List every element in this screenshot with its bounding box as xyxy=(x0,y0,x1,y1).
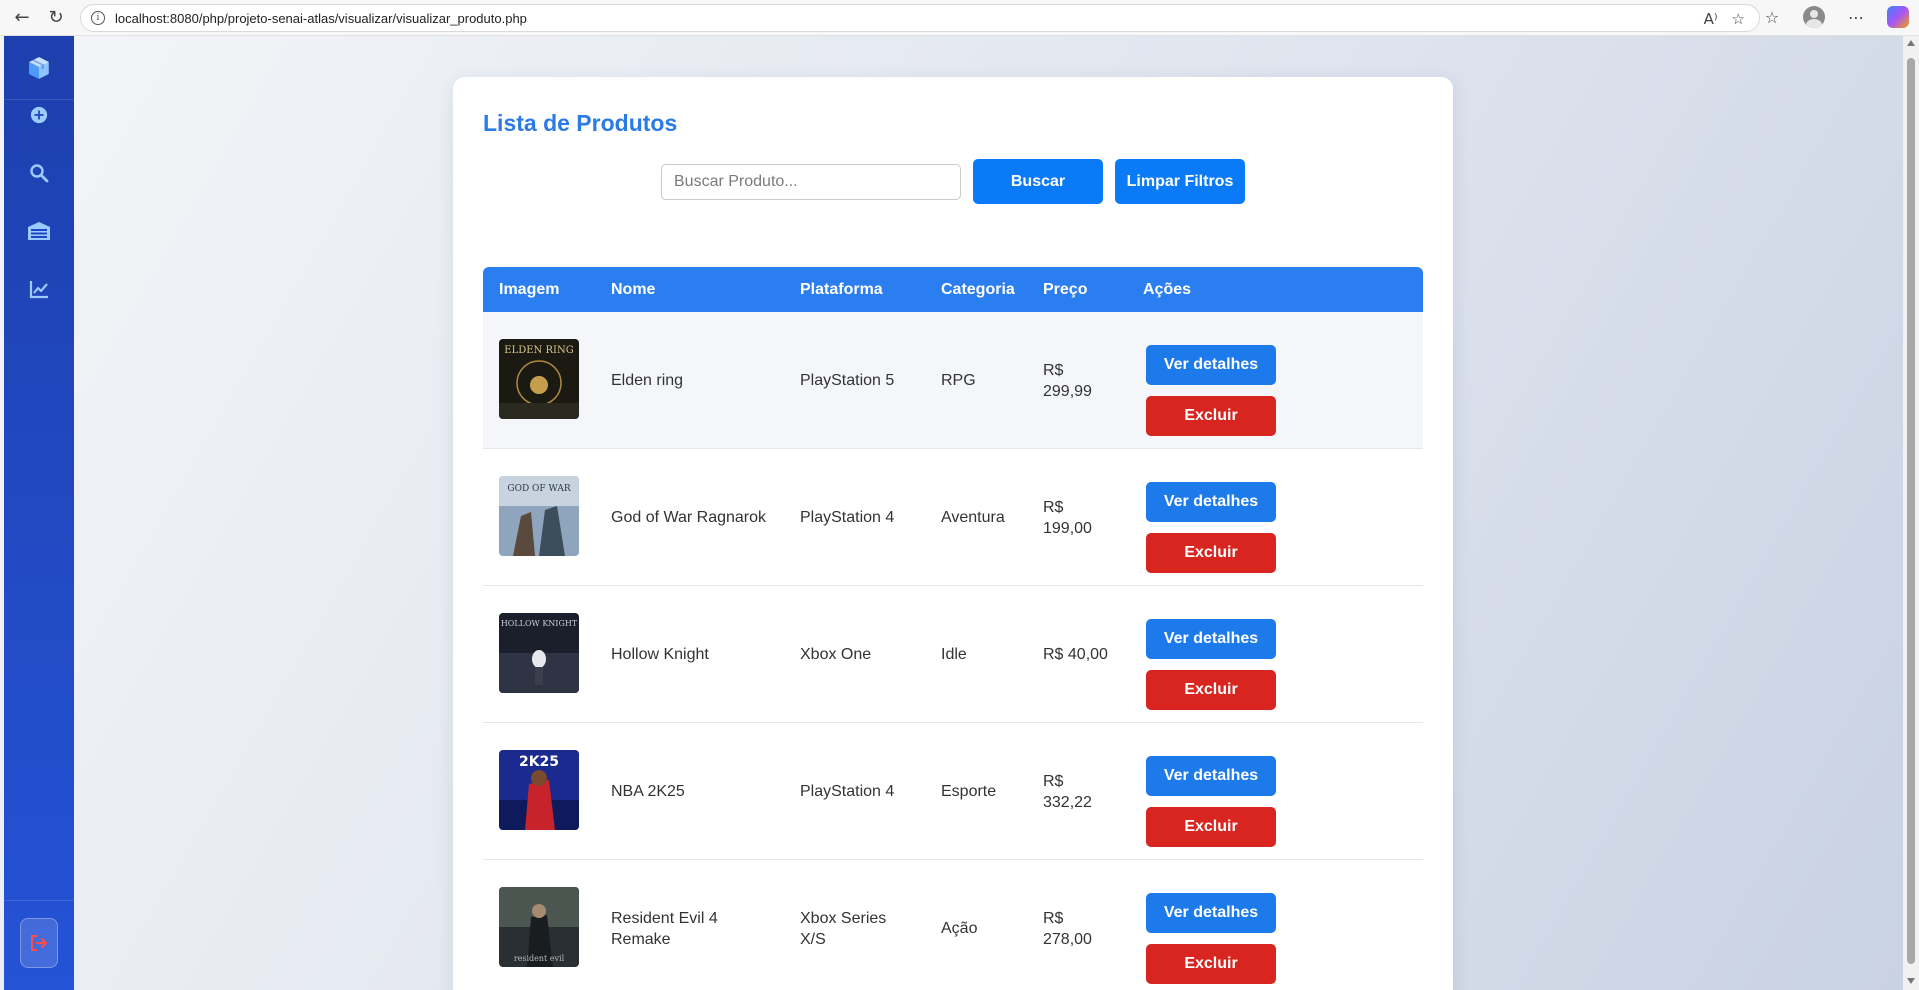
column-header-category: Categoria xyxy=(941,281,1015,298)
product-price: R$ 278,00 xyxy=(1043,910,1092,948)
table-row: GOD OF WAR God of War Ragnarok PlayStati… xyxy=(483,449,1423,586)
nba-2k25-cover-image: 2K25 xyxy=(499,750,579,830)
profile-avatar[interactable] xyxy=(1803,6,1825,28)
address-bar[interactable]: i localhost:8080/php/projeto-senai-atlas… xyxy=(80,4,1760,32)
search-button[interactable]: Buscar xyxy=(973,159,1103,204)
product-name: Elden ring xyxy=(611,372,684,389)
search-icon xyxy=(30,164,49,183)
column-header-actions: Ações xyxy=(1143,281,1192,298)
column-header-image: Imagem xyxy=(499,281,560,298)
product-platform: Xbox Series X/S xyxy=(800,910,887,948)
delete-button[interactable]: Excluir xyxy=(1146,807,1276,847)
svg-text:ELDEN RING: ELDEN RING xyxy=(504,345,573,356)
table-header: Imagem Nome Plataforma Categoria Preço A… xyxy=(483,267,1423,312)
page-scrollbar[interactable] xyxy=(1903,36,1919,990)
delete-button[interactable]: Excluir xyxy=(1146,670,1276,710)
favorite-star-icon[interactable]: ☆ xyxy=(1732,10,1745,28)
view-details-button[interactable]: Ver detalhes xyxy=(1146,893,1276,933)
delete-button[interactable]: Excluir xyxy=(1146,396,1276,436)
favorites-icon[interactable]: ☆ xyxy=(1759,4,1785,30)
svg-text:GOD OF WAR: GOD OF WAR xyxy=(507,484,570,494)
product-category: Esporte xyxy=(941,783,997,800)
product-name: God of War Ragnarok xyxy=(611,509,767,526)
plus-circle-icon xyxy=(30,106,48,124)
table-row: resident evil Resident Evil 4 Remake Xbo… xyxy=(483,860,1423,990)
more-options-icon[interactable]: ⋯ xyxy=(1843,4,1869,30)
hollow-knight-cover-image: HOLLOW KNIGHT xyxy=(499,613,579,693)
sidebar-logo[interactable] xyxy=(4,36,74,100)
svg-text:HOLLOW KNIGHT: HOLLOW KNIGHT xyxy=(501,619,578,628)
table-row: 2K25 NBA 2K25 PlayStation 4 Esporte R$ 3… xyxy=(483,723,1423,860)
sidebar-item-warehouse[interactable] xyxy=(23,215,55,247)
reload-icon[interactable]: ↻ xyxy=(42,4,70,32)
product-name: Hollow Knight xyxy=(611,646,709,663)
browser-toolbar: ← ↻ i localhost:8080/php/projeto-senai-a… xyxy=(0,0,1919,36)
scrollbar-thumb[interactable] xyxy=(1907,58,1915,964)
product-list-card: Lista de Produtos Buscar Limpar Filtros … xyxy=(453,77,1453,990)
god-of-war-cover-image: GOD OF WAR xyxy=(499,476,579,556)
product-image: ELDEN RING xyxy=(499,339,579,419)
product-price: R$ 299,99 xyxy=(1043,362,1092,400)
product-name: NBA 2K25 xyxy=(611,783,685,800)
chart-line-icon xyxy=(29,281,48,299)
product-price: R$ 199,00 xyxy=(1043,499,1092,537)
product-platform: PlayStation 5 xyxy=(800,372,895,389)
column-header-price: Preço xyxy=(1043,281,1088,298)
product-image: HOLLOW KNIGHT xyxy=(499,613,579,693)
product-platform: PlayStation 4 xyxy=(800,509,895,526)
sidebar-divider xyxy=(4,900,74,901)
scroll-down-icon[interactable] xyxy=(1907,978,1915,984)
sidebar-item-reports[interactable] xyxy=(23,273,55,305)
view-details-button[interactable]: Ver detalhes xyxy=(1146,619,1276,659)
sidebar-item-add[interactable] xyxy=(23,99,55,131)
svg-text:resident evil: resident evil xyxy=(514,954,565,963)
svg-text:2K25: 2K25 xyxy=(519,754,559,770)
search-form: Buscar Limpar Filtros xyxy=(453,159,1453,205)
cube-icon xyxy=(29,56,49,79)
clear-filters-button[interactable]: Limpar Filtros xyxy=(1115,159,1245,204)
product-name: Resident Evil 4 Remake xyxy=(611,910,718,948)
table-row: HOLLOW KNIGHT Hollow Knight Xbox One Idl… xyxy=(483,586,1423,723)
info-icon[interactable]: i xyxy=(91,11,105,25)
view-details-button[interactable]: Ver detalhes xyxy=(1146,482,1276,522)
page-viewport: Lista de Produtos Buscar Limpar Filtros … xyxy=(0,36,1903,990)
delete-button[interactable]: Excluir xyxy=(1146,944,1276,984)
product-platform: PlayStation 4 xyxy=(800,783,895,800)
scroll-up-icon[interactable] xyxy=(1907,40,1915,46)
product-image: resident evil xyxy=(499,887,579,967)
read-aloud-icon[interactable]: A⁾ xyxy=(1704,10,1718,28)
delete-button[interactable]: Excluir xyxy=(1146,533,1276,573)
sidebar xyxy=(4,36,74,990)
resident-evil-4-cover-image: resident evil xyxy=(499,887,579,967)
product-category: Idle xyxy=(941,646,967,663)
warehouse-icon xyxy=(28,222,50,240)
page-title: Lista de Produtos xyxy=(483,110,678,136)
product-price: R$ 332,22 xyxy=(1043,773,1092,811)
products-table: Imagem Nome Plataforma Categoria Preço A… xyxy=(483,267,1423,990)
sidebar-item-search[interactable] xyxy=(23,157,55,189)
product-category: Aventura xyxy=(941,509,1005,526)
view-details-button[interactable]: Ver detalhes xyxy=(1146,756,1276,796)
search-input[interactable] xyxy=(661,164,961,200)
table-row: ELDEN RING Elden ring PlayStation 5 RPG … xyxy=(483,312,1423,449)
column-header-platform: Plataforma xyxy=(800,281,883,298)
elden-ring-cover-image: ELDEN RING xyxy=(499,339,579,419)
url-text: localhost:8080/php/projeto-senai-atlas/v… xyxy=(115,10,527,26)
logout-button[interactable] xyxy=(20,918,58,968)
logout-icon xyxy=(31,935,48,951)
product-platform: Xbox One xyxy=(800,646,872,663)
column-header-name: Nome xyxy=(611,281,656,298)
product-category: Ação xyxy=(941,920,978,937)
back-icon[interactable]: ← xyxy=(8,4,36,32)
copilot-icon[interactable] xyxy=(1887,6,1909,28)
product-image: GOD OF WAR xyxy=(499,476,579,556)
product-image: 2K25 xyxy=(499,750,579,830)
product-price: R$ 40,00 xyxy=(1043,646,1108,663)
product-category: RPG xyxy=(941,372,976,389)
view-details-button[interactable]: Ver detalhes xyxy=(1146,345,1276,385)
